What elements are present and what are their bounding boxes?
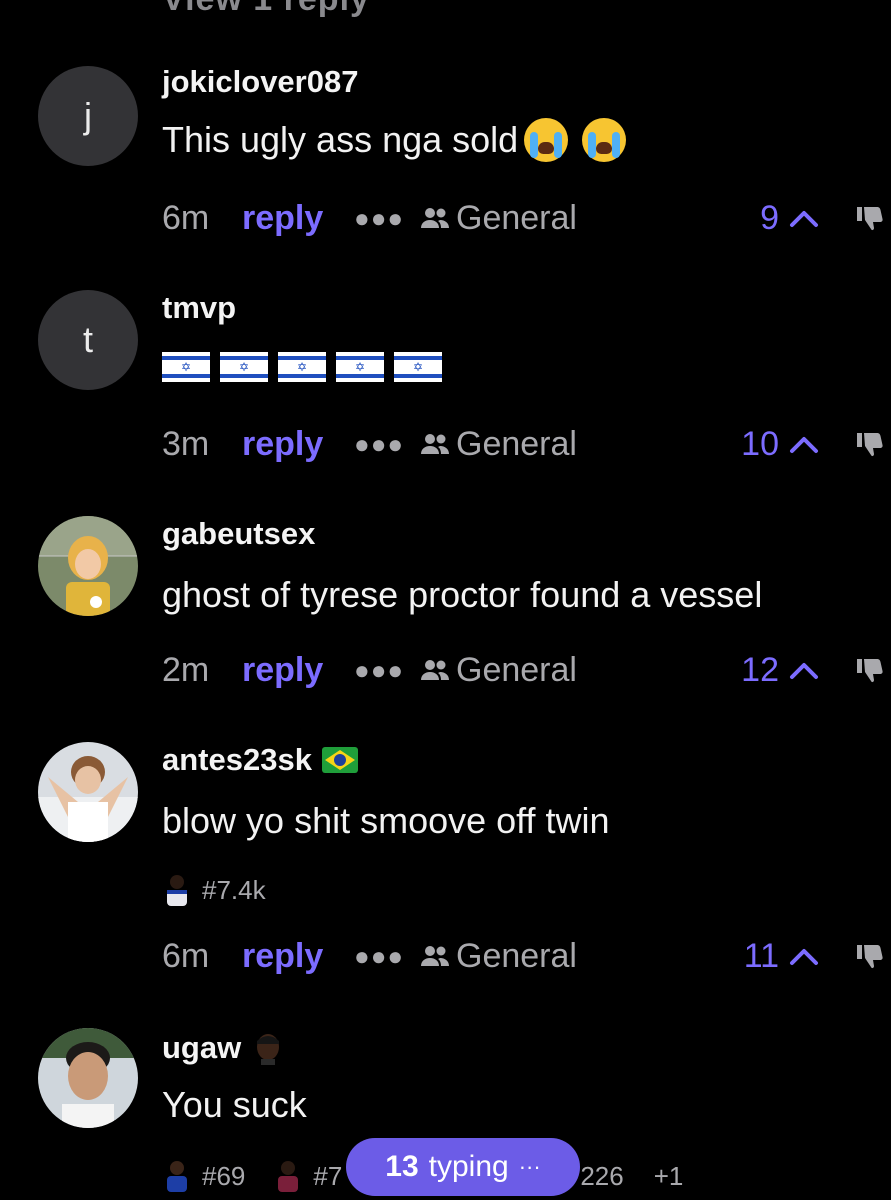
- reply-button[interactable]: reply: [242, 651, 354, 690]
- typing-count: 13: [385, 1150, 419, 1183]
- username-text[interactable]: gabeutsex: [162, 516, 315, 552]
- comment-username[interactable]: antes23sk: [162, 742, 358, 778]
- brazil-flag-icon: [321, 747, 358, 773]
- comment-text: ✡ ✡ ✡ ✡ ✡: [162, 352, 452, 382]
- badge-label: #69: [202, 1160, 246, 1191]
- typing-dots-icon: ···: [518, 1154, 541, 1179]
- badge-more-count: +1: [653, 1160, 684, 1191]
- group-tag[interactable]: General: [420, 651, 577, 690]
- israel-flag-icon: ✡: [336, 352, 384, 382]
- downvote-icon[interactable]: [855, 203, 885, 233]
- timestamp: 6m: [162, 198, 210, 237]
- comment-text-body: You suck: [162, 1084, 307, 1125]
- chevron-up-icon: [790, 211, 818, 227]
- player-avatar-icon: [167, 1161, 187, 1192]
- group-tag[interactable]: General: [420, 425, 577, 464]
- upvote-button[interactable]: 10: [741, 425, 819, 464]
- avatar[interactable]: j: [38, 66, 138, 166]
- people-icon: [421, 660, 449, 680]
- israel-flag-icon: ✡: [162, 352, 210, 382]
- comment-meta: 6m reply ●●● General 11: [162, 932, 891, 980]
- badge-label: 226: [580, 1160, 624, 1191]
- vote-count: 9: [760, 198, 779, 237]
- avatar-photo: [38, 742, 138, 842]
- avatar-photo: [38, 1028, 138, 1128]
- comment-meta: 6m reply ●●● General 9: [162, 194, 891, 242]
- vote-count: 11: [743, 936, 779, 975]
- badge-label: #7: [313, 1160, 343, 1191]
- timestamp: 6m: [162, 936, 210, 975]
- group-tag[interactable]: General: [420, 199, 577, 238]
- avatar[interactable]: t: [38, 290, 138, 390]
- downvote-icon[interactable]: [855, 655, 885, 685]
- chevron-up-icon: [790, 663, 818, 679]
- username-text[interactable]: tmvp: [162, 290, 236, 326]
- people-icon: [421, 946, 449, 966]
- reply-button[interactable]: reply: [242, 199, 354, 238]
- comment-text: blow yo shit smoove off twin: [162, 800, 610, 842]
- badge-label: #7.4k: [202, 874, 266, 905]
- more-options-icon[interactable]: ●●●: [354, 429, 420, 460]
- group-label: General: [456, 198, 577, 237]
- comment-text-body: ghost of tyrese proctor found a vessel: [162, 574, 763, 615]
- typing-indicator[interactable]: 13 typing ···: [346, 1138, 580, 1196]
- comment-username[interactable]: ugaw: [162, 1030, 285, 1066]
- downvote-icon[interactable]: [855, 429, 885, 459]
- more-options-icon[interactable]: ●●●: [354, 655, 420, 686]
- username-text[interactable]: jokiclover087: [162, 64, 358, 100]
- username-text[interactable]: antes23sk: [162, 742, 312, 778]
- comment-text: This ugly ass nga sold: [162, 118, 627, 162]
- vote-count: 12: [741, 650, 779, 689]
- upvote-button[interactable]: 9: [760, 199, 819, 238]
- israel-flag-icon: ✡: [394, 352, 442, 382]
- comment-meta: 2m reply ●●● General 12: [162, 646, 891, 694]
- more-options-icon[interactable]: ●●●: [354, 203, 420, 234]
- comment-username[interactable]: jokiclover087: [162, 64, 358, 100]
- israel-flag-icon: ✡: [278, 352, 326, 382]
- israel-flag-icon: ✡: [220, 352, 268, 382]
- comment-username[interactable]: gabeutsex: [162, 516, 315, 552]
- comment-text-body: This ugly ass nga sold: [162, 119, 519, 160]
- reply-button[interactable]: reply: [242, 425, 354, 464]
- comment-username[interactable]: tmvp: [162, 290, 236, 326]
- crying-emoji-icon: [524, 118, 569, 162]
- crying-emoji-icon: [582, 118, 627, 162]
- username-text[interactable]: ugaw: [162, 1030, 241, 1066]
- player-head-icon: [257, 1034, 280, 1065]
- upvote-button[interactable]: 12: [741, 651, 819, 690]
- timestamp: 3m: [162, 424, 210, 463]
- typing-label: typing: [428, 1150, 509, 1183]
- player-avatar-icon: [278, 1161, 299, 1192]
- reply-button[interactable]: reply: [242, 937, 354, 976]
- group-label: General: [456, 936, 577, 975]
- comment-meta: 3m reply ●●● General 10: [162, 420, 891, 468]
- avatar[interactable]: [38, 742, 138, 842]
- avatar[interactable]: [38, 1028, 138, 1128]
- people-icon: [421, 208, 449, 228]
- people-icon: [421, 434, 449, 454]
- timestamp: 2m: [162, 650, 210, 689]
- comment-text: You suck: [162, 1084, 307, 1126]
- view-replies-link[interactable]: View 1 reply: [162, 0, 370, 19]
- chevron-up-icon: [790, 437, 818, 453]
- comment-text-body: blow yo shit smoove off twin: [162, 800, 610, 841]
- downvote-icon[interactable]: [855, 941, 885, 971]
- vote-count: 10: [741, 424, 779, 463]
- chevron-up-icon: [790, 949, 818, 965]
- more-options-icon[interactable]: ●●●: [354, 941, 420, 972]
- group-label: General: [456, 424, 577, 463]
- comment-text: ghost of tyrese proctor found a vessel: [162, 574, 762, 616]
- group-label: General: [456, 650, 577, 689]
- player-badges: #7.4k: [162, 872, 266, 908]
- avatar[interactable]: [38, 516, 138, 616]
- avatar-photo: [38, 516, 138, 616]
- upvote-button[interactable]: 11: [744, 937, 819, 976]
- group-tag[interactable]: General: [420, 937, 577, 976]
- player-avatar-icon: [167, 875, 187, 906]
